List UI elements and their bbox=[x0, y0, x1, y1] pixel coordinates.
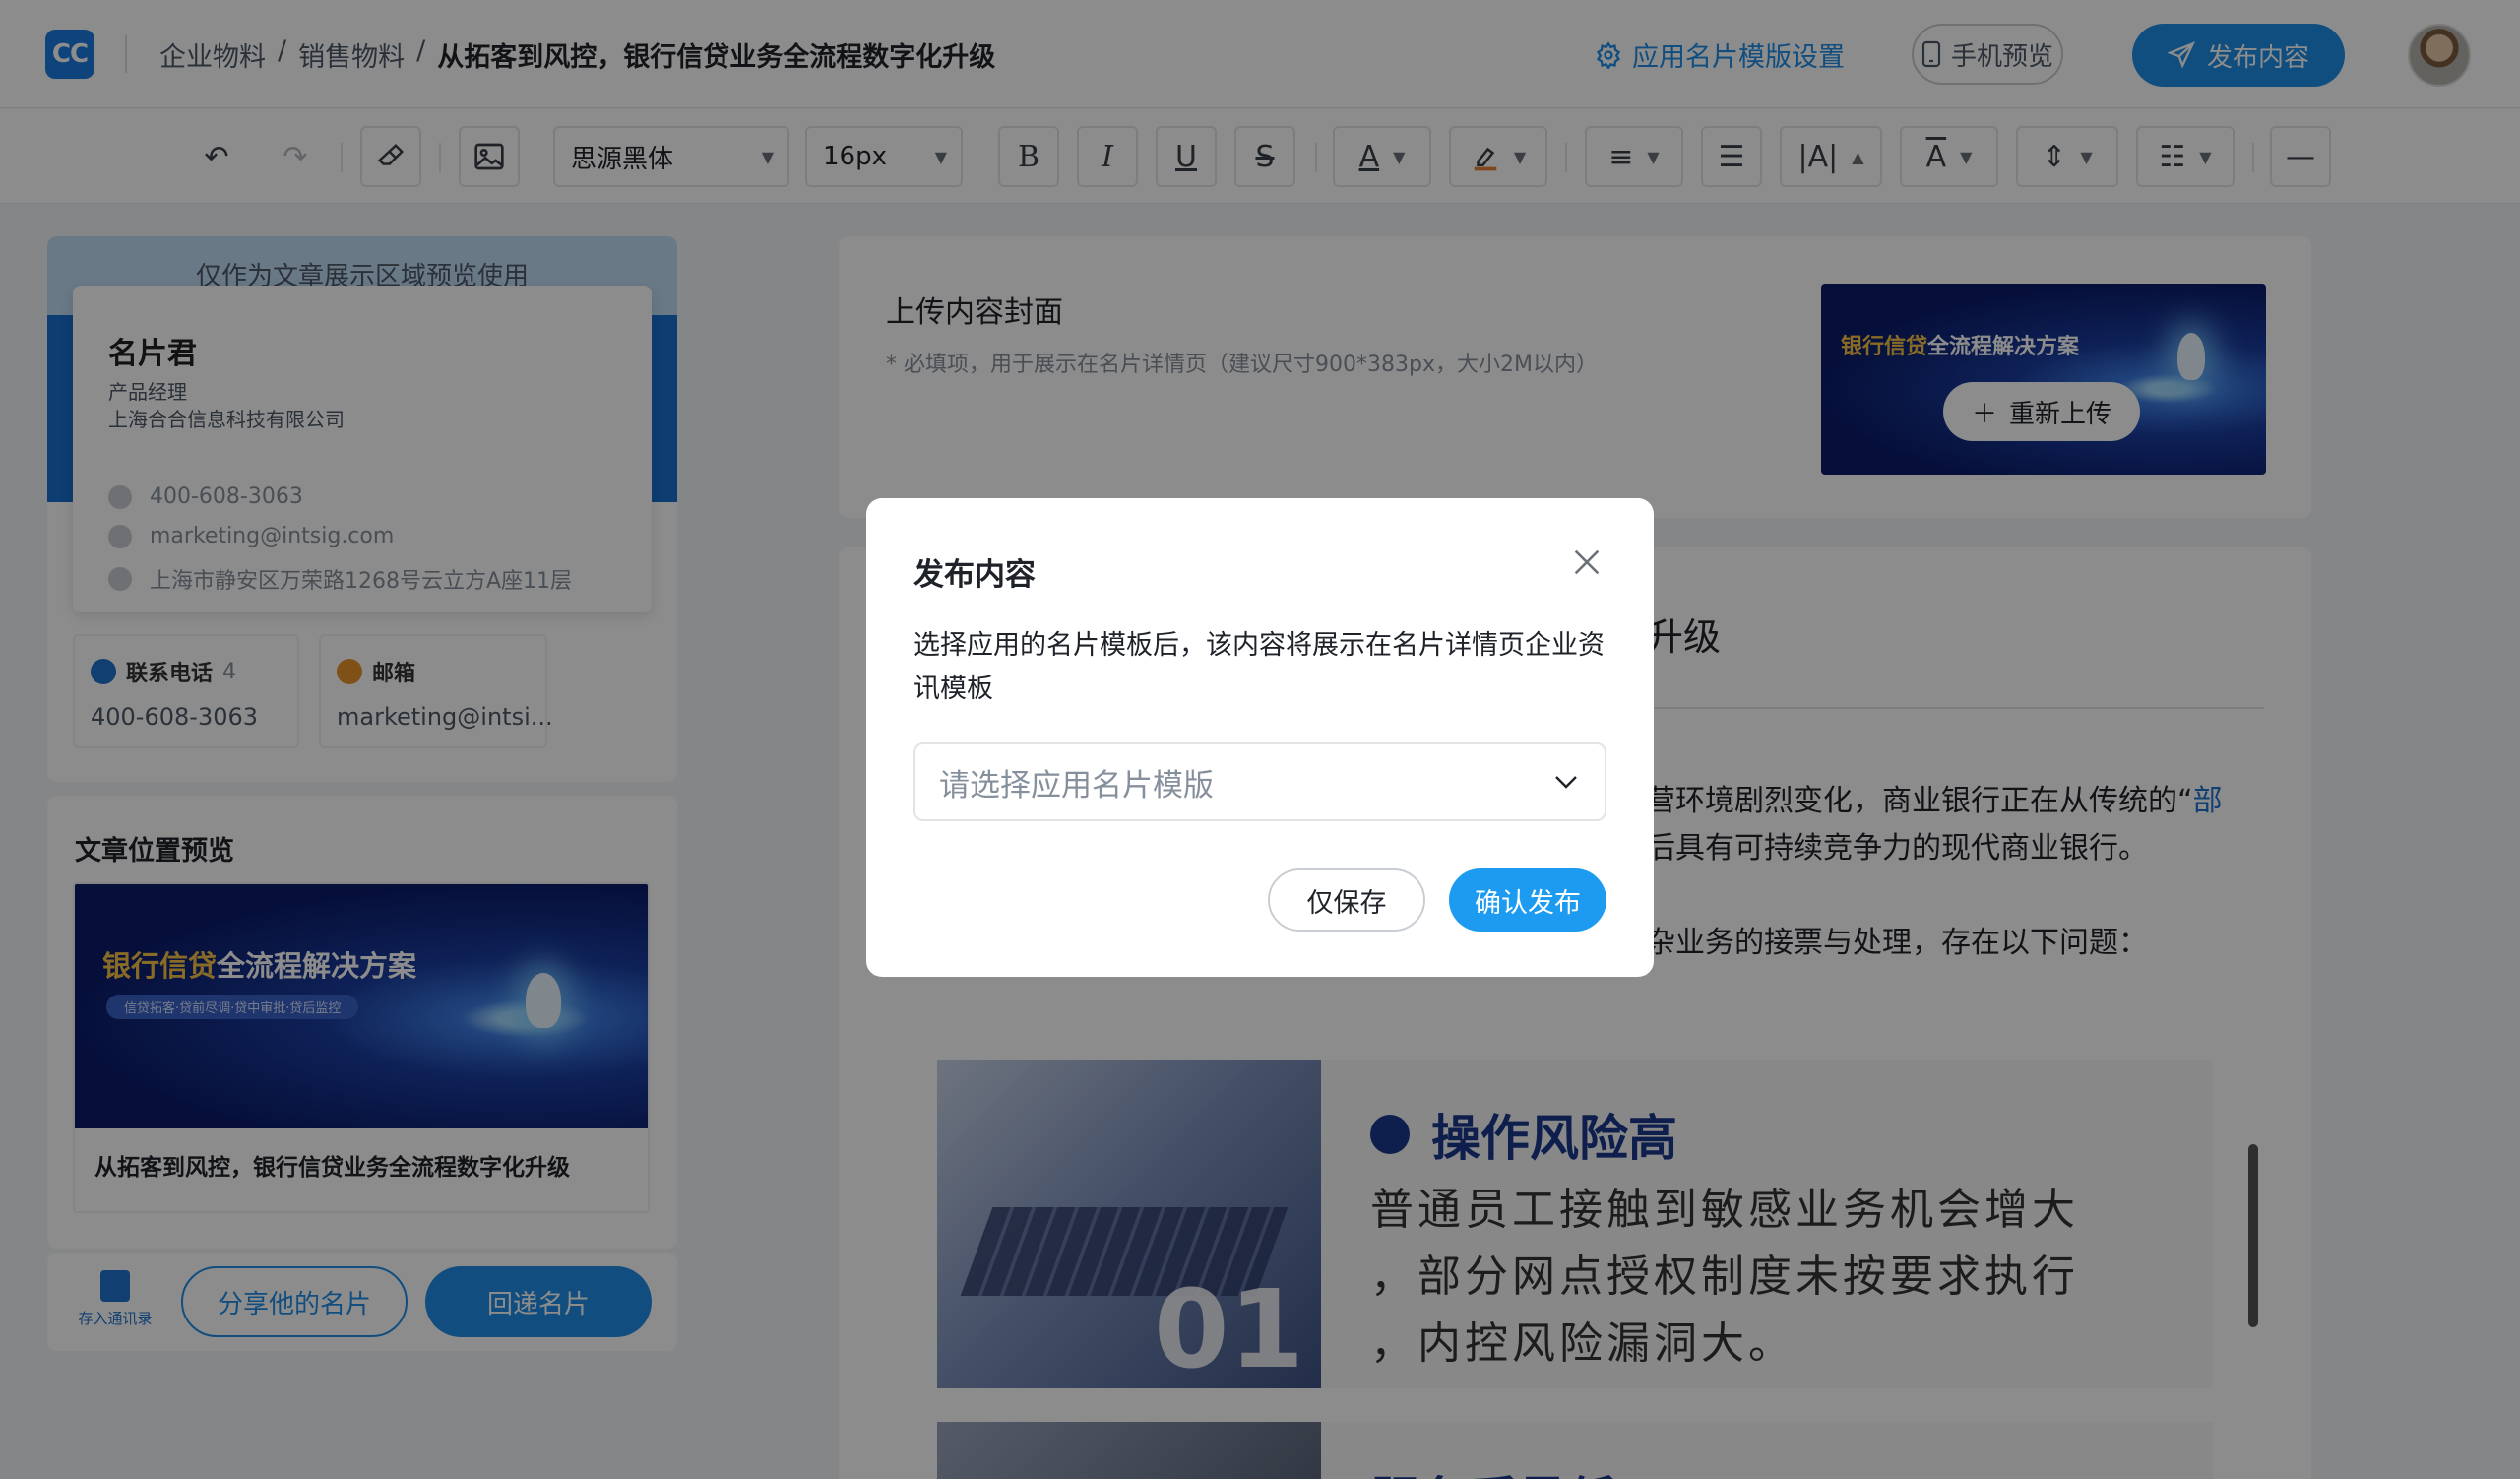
close-icon[interactable] bbox=[1567, 546, 1606, 585]
dialog-description: 选择应用的名片模板后，该内容将展示在名片详情页企业资讯模板 bbox=[914, 630, 1605, 704]
chevron-down-icon bbox=[1555, 776, 1577, 789]
card-template-placeholder: 请选择应用名片模版 bbox=[939, 767, 1214, 804]
card-template-select[interactable]: 请选择应用名片模版 bbox=[914, 742, 1606, 821]
confirm-publish-button[interactable]: 确认发布 bbox=[1449, 868, 1606, 932]
publish-dialog: 发布内容 选择应用的名片模板后，该内容将展示在名片详情页企业资讯模板 请选择应用… bbox=[866, 498, 1654, 977]
save-only-button[interactable]: 仅保存 bbox=[1268, 868, 1425, 932]
dialog-title: 发布内容 bbox=[914, 557, 1036, 593]
